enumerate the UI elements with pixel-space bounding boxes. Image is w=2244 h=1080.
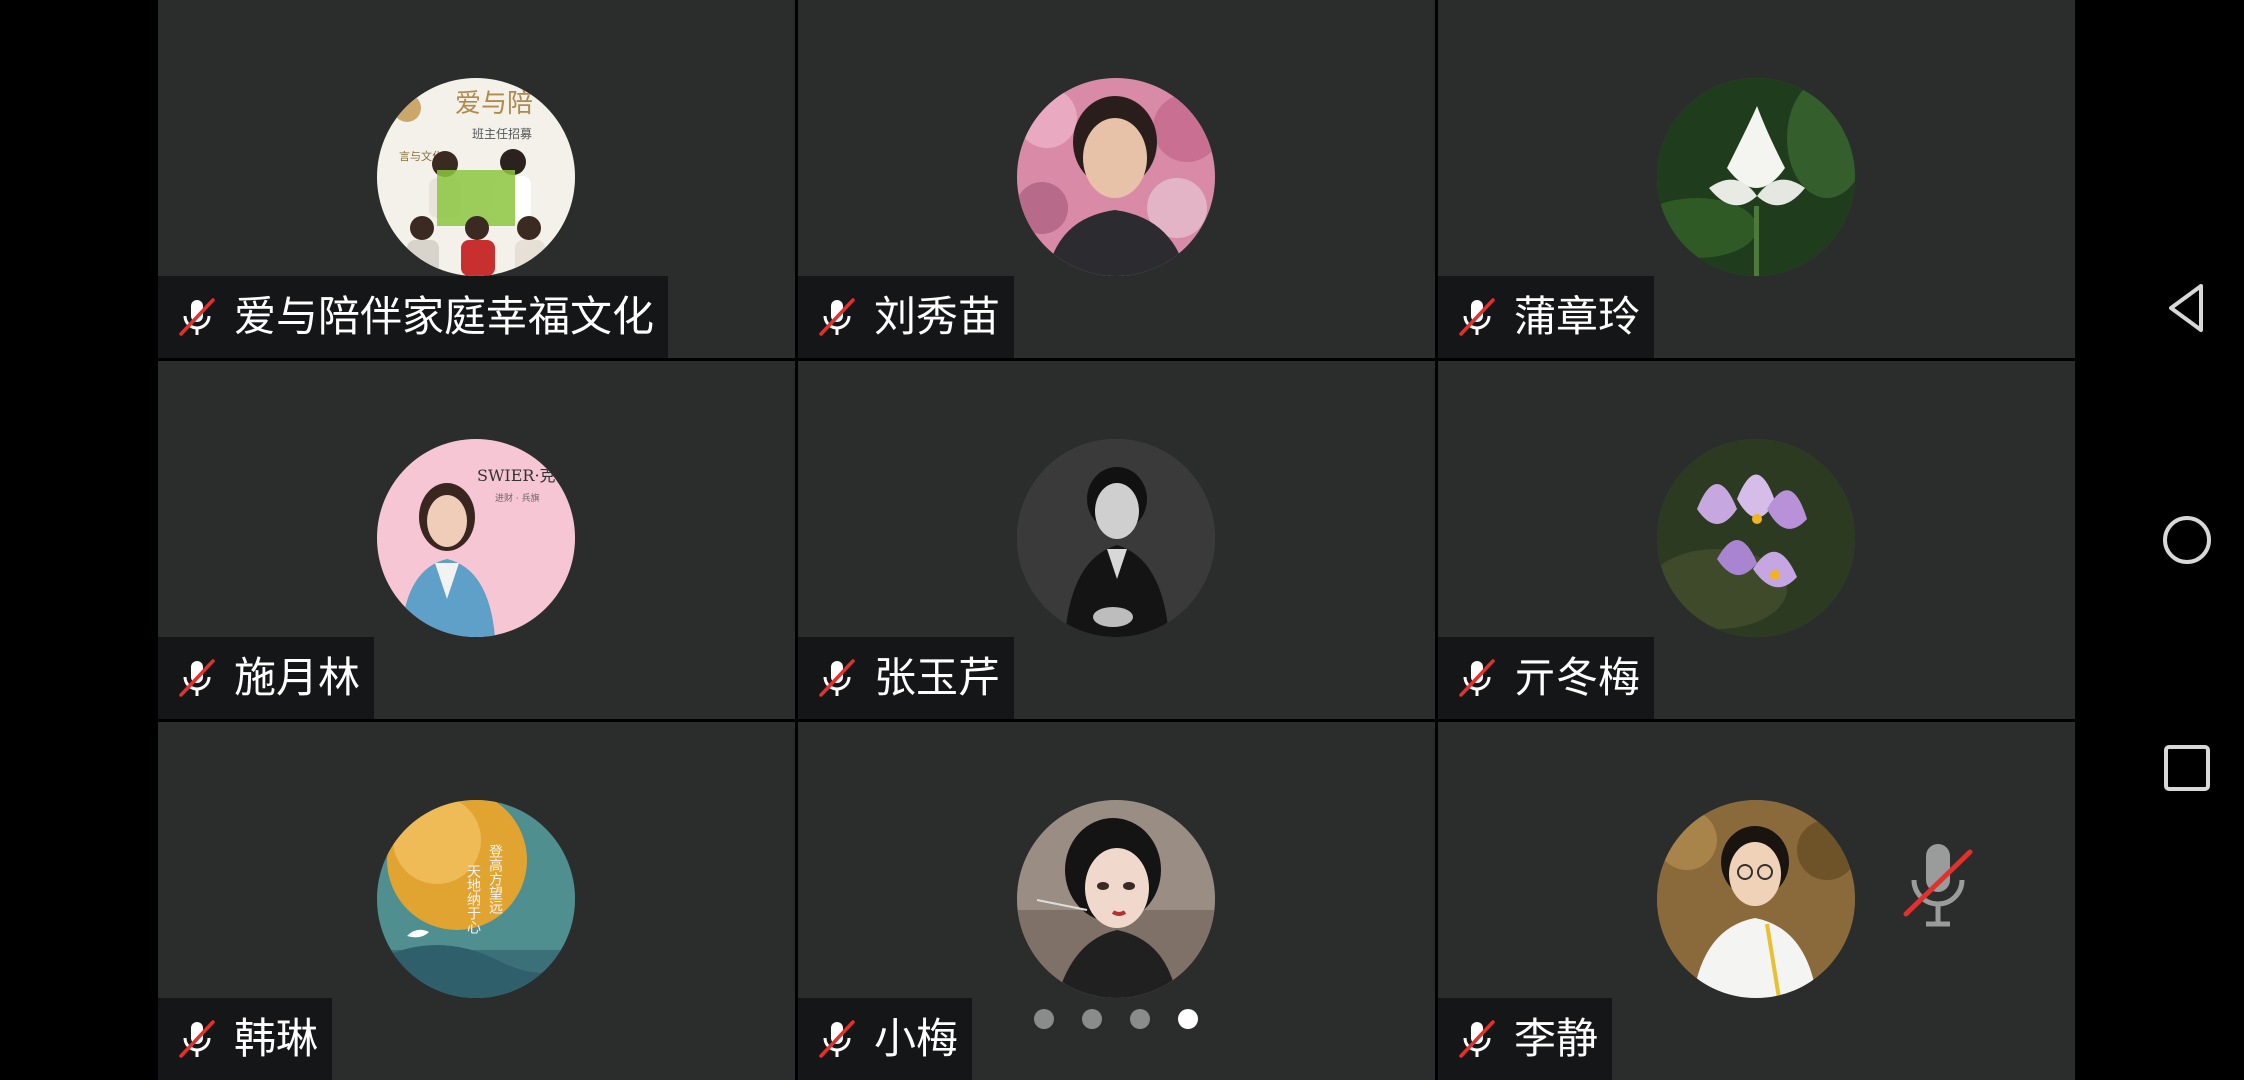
avatar xyxy=(1657,439,1855,637)
meeting-screen: 言与文化 爱与陪 班主任招募 爱与陪伴家庭幸福文化 刘秀苗 蒲章玲 SWIER·… xyxy=(0,0,2244,1080)
avatar-subtitle-text: 班主任招募 xyxy=(472,127,532,141)
avatar-subtitle-text: 进财 · 兵旗 xyxy=(495,492,540,504)
participant-tile[interactable]: 言与文化 爱与陪 班主任招募 爱与陪伴家庭幸福文化 xyxy=(158,0,795,358)
name-bar: 李静 xyxy=(1438,998,1613,1080)
name-bar: 韩琳 xyxy=(158,998,333,1080)
avatar: SWIER·克 进财 · 兵旗 xyxy=(377,439,575,637)
participant-name: 韩琳 xyxy=(234,1014,319,1063)
avatar-poem-line: 登高方望远 xyxy=(487,844,503,915)
mic-off-icon xyxy=(819,298,855,336)
speaker-mic-off-icon xyxy=(1903,844,1973,927)
page-dot[interactable] xyxy=(1130,1009,1150,1029)
mic-off-icon xyxy=(819,1020,855,1058)
avatar-poem-line: 天地纳于心 xyxy=(465,864,481,934)
avatar: 言与文化 爱与陪 班主任招募 xyxy=(377,78,575,276)
page-dot[interactable] xyxy=(1082,1009,1102,1029)
avatar xyxy=(1017,78,1215,276)
participant-tile[interactable]: 刘秀苗 xyxy=(798,0,1435,358)
name-bar: 亓冬梅 xyxy=(1438,637,1655,719)
mic-off-icon xyxy=(179,1020,215,1058)
avatar xyxy=(1657,800,1855,998)
page-dot-active[interactable] xyxy=(1178,1009,1198,1029)
home-circle-icon xyxy=(2163,516,2211,564)
system-nav-bar xyxy=(2131,0,2244,1080)
recents-square-icon xyxy=(2164,745,2210,791)
name-bar: 小梅 xyxy=(798,998,973,1080)
avatar xyxy=(1017,439,1215,637)
page-indicator[interactable] xyxy=(1034,1009,1198,1029)
avatar-title-text: SWIER·克 xyxy=(477,466,556,485)
mic-off-icon xyxy=(179,659,215,697)
participant-name: 施月林 xyxy=(234,653,361,702)
participant-tile[interactable]: 蒲章玲 xyxy=(1438,0,2075,358)
mic-off-icon xyxy=(179,298,215,336)
back-button[interactable] xyxy=(2137,258,2237,358)
recents-button[interactable] xyxy=(2137,718,2237,818)
name-bar: 爱与陪伴家庭幸福文化 xyxy=(158,276,669,358)
mic-off-icon xyxy=(1459,659,1495,697)
video-grid: 言与文化 爱与陪 班主任招募 爱与陪伴家庭幸福文化 刘秀苗 蒲章玲 SWIER·… xyxy=(158,0,2075,1080)
mic-off-icon xyxy=(819,659,855,697)
name-bar: 刘秀苗 xyxy=(798,276,1015,358)
mic-off-icon xyxy=(1459,298,1495,336)
participant-name: 刘秀苗 xyxy=(874,292,1001,341)
participant-name: 李静 xyxy=(1514,1014,1599,1063)
participant-tile[interactable]: 亓冬梅 xyxy=(1438,361,2075,719)
name-bar: 张玉芹 xyxy=(798,637,1015,719)
page-dot[interactable] xyxy=(1034,1009,1054,1029)
participant-name: 亓冬梅 xyxy=(1514,653,1641,702)
participant-tile[interactable]: 张玉芹 xyxy=(798,361,1435,719)
name-bar: 蒲章玲 xyxy=(1438,276,1655,358)
participant-name: 爱与陪伴家庭幸福文化 xyxy=(234,292,655,341)
avatar xyxy=(1017,800,1215,998)
participant-tile[interactable]: 李静 xyxy=(1438,722,2075,1080)
participant-name: 小梅 xyxy=(874,1014,959,1063)
back-triangle-icon xyxy=(2169,284,2203,332)
avatar-title-text: 爱与陪 xyxy=(455,89,533,119)
participant-tile[interactable]: SWIER·克 进财 · 兵旗 施月林 xyxy=(158,361,795,719)
mic-off-icon xyxy=(1459,1020,1495,1058)
participant-name: 张玉芹 xyxy=(874,653,1001,702)
name-bar: 施月林 xyxy=(158,637,375,719)
participant-name: 蒲章玲 xyxy=(1514,292,1641,341)
avatar xyxy=(1657,78,1855,276)
home-button[interactable] xyxy=(2137,490,2237,590)
avatar: 登高方望远 天地纳于心 xyxy=(377,800,575,998)
participant-tile[interactable]: 登高方望远 天地纳于心 韩琳 xyxy=(158,722,795,1080)
